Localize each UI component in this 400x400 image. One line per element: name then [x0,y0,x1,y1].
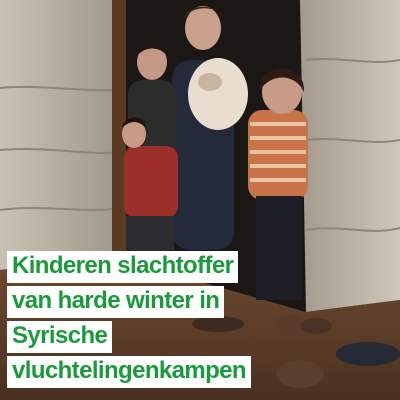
headline: Kinderen slachtoffer van harde winter in… [7,251,251,391]
headline-line-4: vluchtelingenkampen [7,356,251,388]
headline-line-3: Syrische [7,321,113,353]
news-post: Kinderen slachtoffer van harde winter in… [0,0,400,400]
headline-line-1: Kinderen slachtoffer [7,251,239,283]
headline-line-2: van harde winter in [7,286,225,318]
